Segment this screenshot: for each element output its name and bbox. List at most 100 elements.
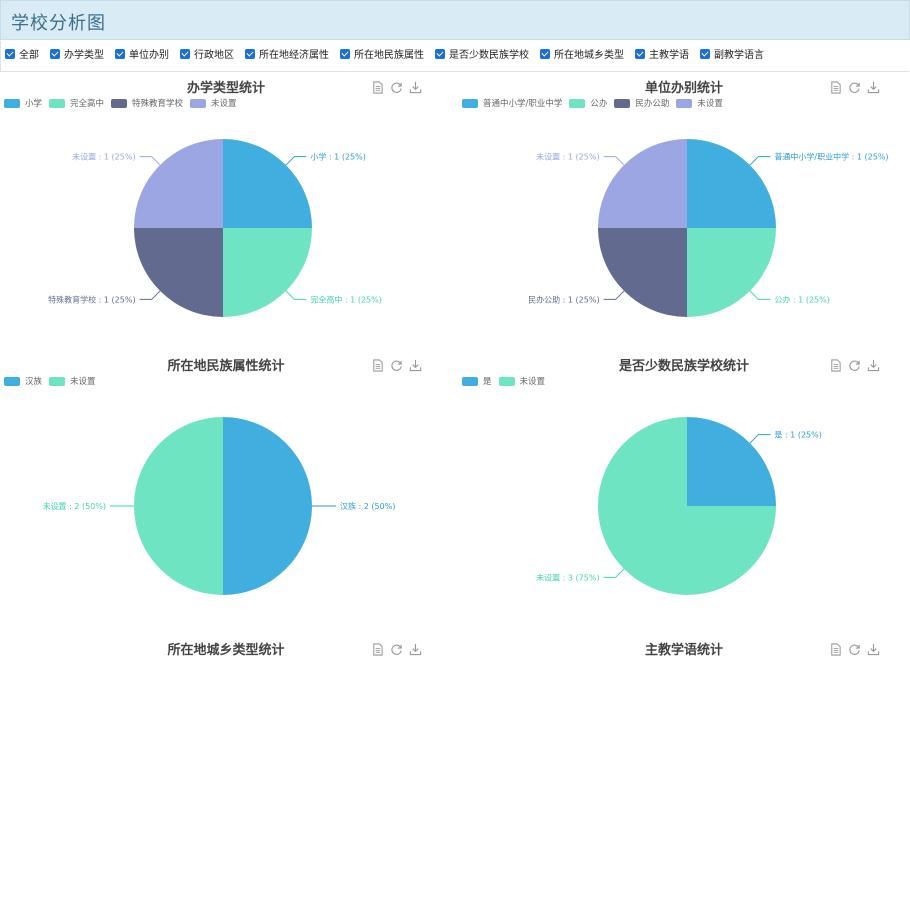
legend-swatch [190,98,207,108]
filter-checkbox-4[interactable]: 所在地经济属性 [245,46,329,61]
data-view-icon[interactable] [371,79,384,98]
filter-label: 所在地城乡类型 [554,50,624,61]
pie-slice-1[interactable] [223,228,312,317]
filter-checkbox-0[interactable]: 全部 [5,46,39,61]
chart-panel-2: 汉族 : 2 (50%) 未设置 : 2 (50%) 所在地民族属性统计 汉族 未设置 [0,358,452,638]
pie-slice-2[interactable] [598,228,687,317]
download-icon[interactable] [409,641,422,660]
checkbox-icon[interactable] [50,48,60,59]
pie-slice-0[interactable] [223,139,312,228]
data-view-icon[interactable] [829,357,842,376]
legend-swatch [676,98,693,108]
pie-slice-1[interactable] [134,417,223,595]
download-icon[interactable] [409,357,422,376]
pie-slice-0[interactable] [687,139,776,228]
legend-item[interactable]: 未设置 [498,375,546,387]
legend-label: 小学 [25,99,43,109]
legend-label: 是 [483,377,492,387]
legend-item[interactable]: 完全高中 [49,97,104,109]
legend-item[interactable]: 小学 [4,97,42,109]
download-icon[interactable] [409,79,422,98]
legend-label: 民办公助 [635,99,670,109]
legend-swatch [4,98,20,108]
legend-item[interactable]: 公办 [569,97,607,109]
checkbox-icon[interactable] [5,48,15,59]
pie-slice-3[interactable] [598,139,687,228]
legend-swatch [462,376,478,386]
checkbox-icon[interactable] [635,48,645,59]
restore-icon[interactable] [848,641,861,660]
chart-panel-1: 普通中小学/职业中学 : 1 (25%) 公办 : 1 (25%) 民办公助 : 1… [458,80,910,360]
filter-checkbox-5[interactable]: 所在地民族属性 [340,46,424,61]
legend-item[interactable]: 未设置 [49,375,96,387]
restore-icon[interactable] [848,357,861,376]
filter-checkbox-7[interactable]: 所在地城乡类型 [540,46,624,61]
chart-toolbox [829,357,880,376]
filter-checkbox-8[interactable]: 主教学语 [635,46,689,61]
pie-chart: 汉族 : 2 (50%) 未设置 : 2 (50%) [43,417,395,595]
label-leader-line [749,156,771,166]
legend-swatch [462,98,478,108]
legend-item[interactable]: 未设置 [676,97,723,109]
filter-row: 全部 办学类型 单位办别 行政地区 所在地经济属性 所在地民族属性 是否少数民族学校 所在地城… [5,46,775,61]
label-leader-line [139,290,161,300]
filter-checkbox-1[interactable]: 办学类型 [50,46,104,61]
pie-slice-3[interactable] [134,139,223,228]
data-view-icon[interactable] [371,357,384,376]
legend-label: 未设置 [519,377,546,387]
restore-icon[interactable] [390,79,403,98]
legend-label: 完全高中 [70,99,105,109]
data-view-icon[interactable] [829,641,842,660]
checkbox-icon[interactable] [435,48,445,59]
legend-item[interactable]: 民办公助 [614,97,669,109]
slice-label: 未设置 : 1 (25%) [72,152,135,162]
legend-item[interactable]: 特殊教育学校 [111,97,183,109]
slice-label: 公办 : 1 (25%) [774,294,829,304]
filter-label: 所在地经济属性 [259,50,329,61]
filter-checkbox-2[interactable]: 单位办别 [115,46,169,61]
filter-checkbox-6[interactable]: 是否少数民族学校 [435,46,529,61]
data-view-icon[interactable] [371,641,384,660]
download-icon[interactable] [867,79,880,98]
filter-checkbox-3[interactable]: 行政地区 [180,46,234,61]
download-icon[interactable] [867,641,880,660]
checkbox-icon[interactable] [700,48,710,59]
legend-swatch [498,376,515,386]
slice-label: 特殊教育学校 : 1 (25%) [48,294,135,304]
filter-checkbox-9[interactable]: 副教学语言 [700,46,764,61]
legend-item[interactable]: 汉族 [4,375,42,387]
pie-slice-0[interactable] [687,417,776,506]
filter-label: 单位办别 [129,50,169,61]
chart-panel-3: 是 : 1 (25%) 未设置 : 3 (75%) 是否少数民族学校统计是未设置 [458,358,910,638]
chart-legend: 小学 完全高中 特殊教育学校 未设置 [4,97,244,109]
checkbox-icon[interactable] [180,48,190,59]
page-header: 学校分析图 [0,0,910,40]
chart-toolbox [829,79,880,98]
pie-chart: 普通中小学/职业中学 : 1 (25%) 公办 : 1 (25%) 民办公助 : 1… [528,139,889,317]
legend-swatch [49,376,66,386]
slice-label: 完全高中 : 1 (25%) [310,294,381,304]
checkbox-icon[interactable] [245,48,255,59]
checkbox-icon[interactable] [540,48,550,59]
pie-slice-0[interactable] [223,417,312,595]
filter-label: 主教学语 [649,50,689,61]
legend-item[interactable]: 未设置 [190,97,237,109]
download-icon[interactable] [867,357,880,376]
checkbox-icon[interactable] [340,48,350,59]
checkbox-icon[interactable] [115,48,125,59]
filter-label: 所在地民族属性 [354,50,424,61]
filter-label: 是否少数民族学校 [449,50,529,61]
legend-item[interactable]: 普通中小学/职业中学 [462,97,562,109]
pie-slice-1[interactable] [687,228,776,317]
restore-icon[interactable] [848,79,861,98]
legend-item[interactable]: 是 [462,375,492,387]
pie-chart: 是 : 1 (25%) 未设置 : 3 (75%) [536,417,822,595]
restore-icon[interactable] [390,357,403,376]
legend-swatch [4,376,20,386]
chart-panel-5: 主教学语统计 [458,642,910,922]
restore-icon[interactable] [390,641,403,660]
legend-swatch [49,98,66,108]
data-view-icon[interactable] [829,79,842,98]
pie-slice-2[interactable] [134,228,223,317]
chart-legend: 是 未设置 [462,375,552,387]
